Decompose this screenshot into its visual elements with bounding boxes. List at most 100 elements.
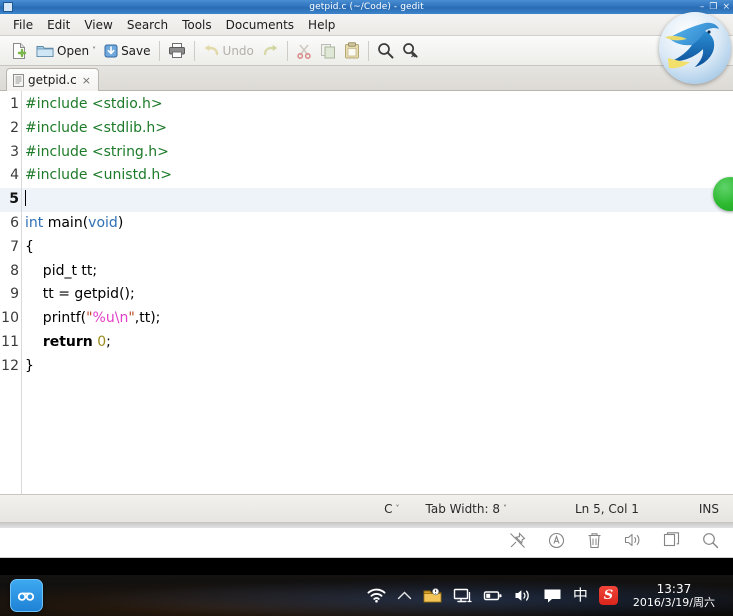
horizontal-scrollbar[interactable] [0,523,733,528]
code-token-brace-open: { [25,238,34,255]
code-line-9: tt = getpid(); [22,283,733,307]
line-number: 10 [1,310,19,327]
clipboard-icon [344,42,360,59]
menu-edit[interactable]: Edit [40,16,77,34]
new-document-button[interactable] [6,39,32,63]
tab-width-selector[interactable]: Tab Width: 8 ˅ [426,502,507,516]
redo-icon [262,43,279,58]
paste-button[interactable] [340,39,364,63]
volume-icon[interactable] [624,532,641,548]
window-title: getpid.c (~/Code) - gedit [309,2,424,12]
code-line-3: #include <string.h> [22,141,733,165]
copy-button[interactable] [316,39,340,63]
code-line-1: #include <stdio.h> [22,93,733,117]
clock-time: 13:37 [656,581,692,596]
search-icon[interactable] [702,532,719,549]
main-toolbar: Open ˅ Save Undo [0,36,733,66]
code-token-brace-close: } [25,357,34,374]
accessibility-icon[interactable] [548,532,565,549]
close-button[interactable]: × [721,2,731,12]
line-number: 9 [10,286,19,303]
new-document-icon [10,42,28,60]
speaker-icon[interactable] [514,588,532,603]
redo-button[interactable] [258,39,283,63]
clock-date: 2016/3/19/周六 [632,595,715,609]
code-token-args: ,tt); [134,310,161,327]
menu-view[interactable]: View [77,16,119,34]
search-icon [377,42,394,59]
trash-icon[interactable] [587,532,602,549]
battery-icon[interactable] [483,589,503,602]
chevron-down-icon: ˅ [502,504,507,513]
document-tab-bar: getpid.c × [0,66,733,91]
wifi-icon[interactable] [367,588,386,603]
folder-warning-icon[interactable] [423,587,442,604]
tab-title: getpid.c [28,73,77,87]
print-button[interactable] [164,39,190,63]
code-token-format: %u\n [92,310,129,327]
toolbar-separator-3 [286,40,288,61]
code-token-printf: printf( [25,310,87,327]
find-replace-button[interactable] [398,39,423,63]
line-number: 1 [10,96,19,112]
line-number: 3 [10,143,19,160]
cut-button[interactable] [292,39,316,63]
menu-bar: File Edit View Search Tools Documents He… [0,14,733,36]
code-line-11: return 0; [22,331,733,355]
code-line-7: { [22,236,733,260]
display-icon[interactable] [453,588,472,604]
menu-tools[interactable]: Tools [175,16,219,34]
system-tray: 中 S 13:37 2016/3/19/周六 [367,582,733,610]
line-number: 2 [10,119,19,136]
baidu-cloud-icon[interactable] [10,579,43,612]
code-token-zero: 0 [97,333,107,350]
blue-bird-logo [659,12,731,84]
chevron-up-icon[interactable] [397,590,412,601]
find-button[interactable] [373,39,398,63]
code-token-semicolon: ; [106,333,111,350]
system-taskbar: 中 S 13:37 2016/3/19/周六 [0,575,733,616]
window-controls: – ❐ × [699,0,731,14]
undo-button[interactable]: Undo [199,39,258,63]
window-titlebar[interactable]: getpid.c (~/Code) - gedit – ❐ × [0,0,733,14]
menu-documents[interactable]: Documents [219,16,301,34]
code-token-main: main( [43,214,89,231]
search-replace-icon [402,42,419,59]
desktop-root: getpid.c (~/Code) - gedit – ❐ × File Edi… [0,0,733,616]
toolbar-separator-4 [367,40,369,61]
language-selector[interactable]: C ˅ [384,502,399,516]
save-button[interactable]: Save [100,39,154,63]
menu-file[interactable]: File [6,16,40,34]
open-button[interactable]: Open ˅ [32,39,100,63]
maximize-button[interactable]: ❐ [708,2,718,12]
tab-getpid-c[interactable]: getpid.c × [6,68,99,91]
code-text-area[interactable]: #include <stdio.h> #include <stdlib.h> #… [22,91,733,494]
text-cursor [25,190,26,207]
close-icon[interactable]: × [81,75,91,86]
scissors-icon [296,43,312,59]
sogou-input-icon[interactable]: S [598,586,618,605]
window-icon[interactable] [663,532,680,548]
pin-off-icon[interactable] [509,531,526,549]
gedit-window-icon [3,2,13,12]
code-line-5 [22,188,733,212]
code-token-return: return [42,333,93,350]
menu-help[interactable]: Help [301,16,342,34]
code-token-void: void [88,214,118,231]
chevron-down-icon[interactable]: ˅ [92,46,96,55]
save-icon [104,44,118,58]
minimize-button[interactable]: – [699,2,706,12]
insert-mode-indicator[interactable]: INS [699,502,719,516]
status-bar: C ˅ Tab Width: 8 ˅ Ln 5, Col 1 INS [0,495,733,523]
code-editor[interactable]: 1 2 3 4 5 6 7 8 9 10 11 12 #include <std… [0,91,733,495]
line-number: 6 [10,214,19,231]
printer-icon [168,42,186,59]
ime-indicator[interactable]: 中 [573,588,588,603]
code-token-include: #include <stdlib.h> [25,119,168,136]
code-line-12: } [22,355,733,379]
message-icon[interactable] [543,588,562,604]
line-number: 7 [10,238,19,255]
taskbar-clock[interactable]: 13:37 2016/3/19/周六 [629,582,725,610]
menu-search[interactable]: Search [120,16,175,34]
language-label: C [384,501,393,516]
